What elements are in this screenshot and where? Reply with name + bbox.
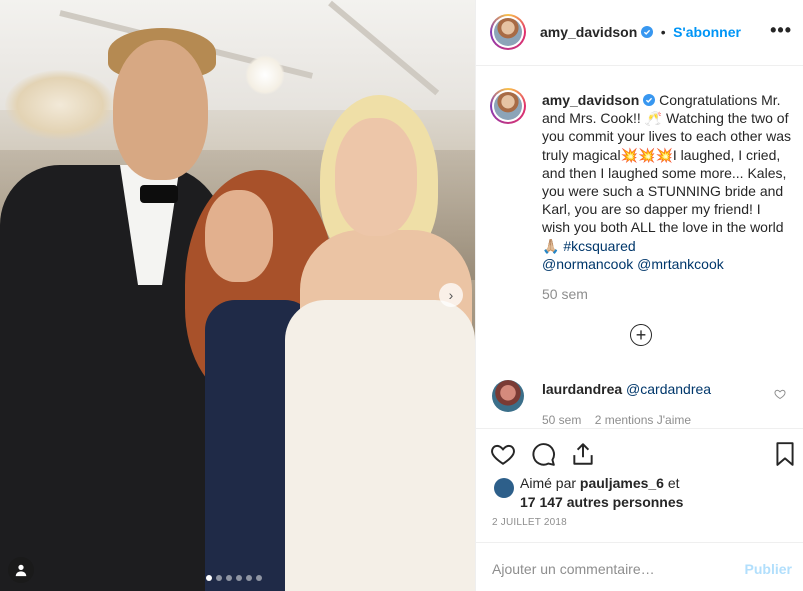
likes-others[interactable]: 17 147 autres personnes <box>520 494 683 510</box>
caption-avatar[interactable] <box>490 88 526 124</box>
carousel-dot <box>226 575 232 581</box>
likes-prefix: Aimé par <box>520 475 577 491</box>
verified-badge-icon <box>643 94 656 106</box>
share-icon[interactable] <box>570 441 596 467</box>
caption-text: Congratulations Mr. and Mrs. Cook!! 🥂 Wa… <box>542 92 791 254</box>
carousel-dot <box>256 575 262 581</box>
separator: • <box>660 24 666 40</box>
heart-icon[interactable] <box>490 441 516 467</box>
chevron-right-icon[interactable]: › <box>439 283 463 307</box>
likes-summary: Aimé par pauljames_6 et 17 147 autres pe… <box>520 474 683 512</box>
avatar[interactable] <box>490 14 526 50</box>
man-face <box>113 40 208 180</box>
carousel-dots <box>206 575 262 581</box>
follow-button[interactable]: S'abonner <box>673 24 741 40</box>
bride-face <box>335 118 417 236</box>
header-username[interactable]: amy_davidson <box>540 24 637 40</box>
publish-button[interactable]: Publier <box>745 561 792 577</box>
comment-likes[interactable]: 2 mentions J'aime <box>595 413 691 427</box>
liker-avatar[interactable] <box>494 478 514 498</box>
caption-username[interactable]: amy_davidson <box>542 92 639 108</box>
likes-connector: et <box>667 475 680 491</box>
action-bar <box>476 428 803 468</box>
carousel-dot <box>216 575 222 581</box>
chandelier <box>245 55 285 95</box>
heart-icon[interactable] <box>774 388 786 400</box>
man-bowtie <box>140 185 178 203</box>
post-photo[interactable]: › <box>0 0 475 591</box>
plus-circle-icon[interactable]: + <box>630 324 652 346</box>
user-tag-icon[interactable] <box>8 557 34 583</box>
comment-input[interactable]: Ajouter un commentaire… <box>492 561 655 577</box>
avatar-image <box>494 92 522 120</box>
mention-link[interactable]: @normancook <box>542 256 633 272</box>
woman-face <box>205 190 273 282</box>
man-suit <box>0 165 225 591</box>
avatar-image <box>494 18 522 46</box>
caption-age: 50 sem <box>542 286 588 303</box>
comment-age: 50 sem <box>542 413 582 427</box>
commenter-username[interactable]: laurdandrea <box>542 381 622 397</box>
caption: amy_davidson Congratulations Mr. and Mrs… <box>542 91 792 303</box>
flower-arrangement <box>5 70 115 140</box>
hashtag-link[interactable]: #kcsquared <box>563 238 635 254</box>
commenter-avatar[interactable] <box>492 380 524 412</box>
post-header: amy_davidson • S'abonner ••• <box>476 0 803 66</box>
verified-badge-icon <box>641 26 654 38</box>
carousel-dot <box>246 575 252 581</box>
bookmark-icon[interactable] <box>772 441 798 467</box>
more-options-icon[interactable]: ••• <box>770 20 792 41</box>
bride-dress <box>285 300 475 591</box>
liker-username[interactable]: pauljames_6 <box>580 475 664 491</box>
carousel-dot <box>236 575 242 581</box>
add-comment-bar: Ajouter un commentaire… Publier <box>476 542 803 591</box>
post-date[interactable]: 2 JUILLET 2018 <box>492 517 567 528</box>
post-panel: amy_davidson • S'abonner ••• amy_davidso… <box>475 0 803 591</box>
mention-link[interactable]: @mrtankcook <box>637 256 724 272</box>
comment-icon[interactable] <box>530 441 556 467</box>
comment-mention[interactable]: @cardandrea <box>626 381 711 397</box>
carousel-dot <box>206 575 212 581</box>
